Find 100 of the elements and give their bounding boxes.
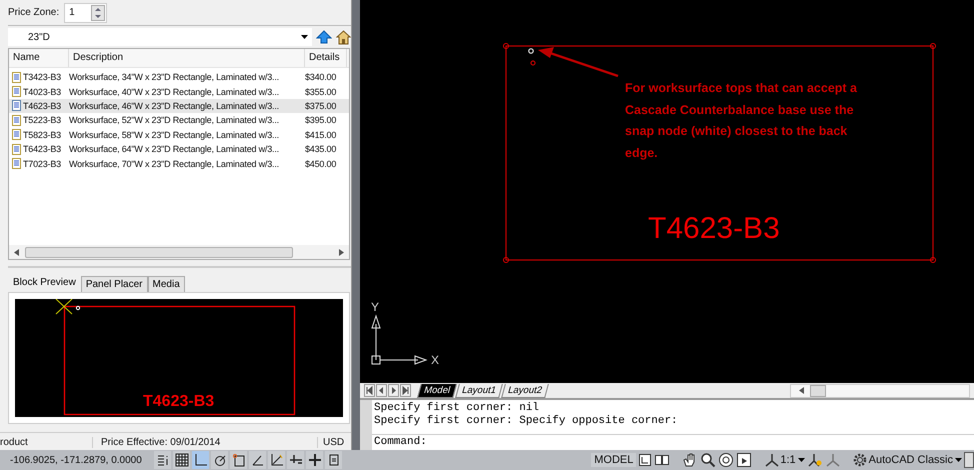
zoom-icon[interactable] — [700, 452, 716, 468]
table-cell-text: $340.00 — [305, 72, 338, 82]
axis-label: X — [431, 353, 440, 367]
dynamic-input-icon — [270, 453, 284, 467]
cross-toggle[interactable] — [306, 451, 323, 469]
table-cell-text: Worksurface, 40"W x 23"D Rectangle, Laminated w/3... — [69, 86, 280, 97]
grid-icon — [174, 453, 188, 467]
left-arrow-icon[interactable] — [14, 248, 19, 256]
horizontal-scrollbar[interactable] — [9, 245, 349, 259]
table-row[interactable]: T3423-B3 Worksurface, 34"W x 23"D Rectangle, Laminated w/3... $340.00 — [9, 70, 349, 84]
annotation-text: For worksurface tops that can accept a Cascade Counterbalance base use the snap node (white) closest to the back edge. — [625, 80, 858, 162]
spinner-arrows-icon[interactable] — [91, 4, 106, 20]
table-cell: T6423-B3 — [23, 144, 61, 154]
table-cell-text: $415.00 — [305, 130, 338, 140]
model-space-button[interactable]: MODEL — [591, 453, 636, 467]
table-cell: T5823-B3 — [23, 130, 61, 140]
coordinates-readout: -106.9025, -171.2879, 0.0000 — [10, 454, 143, 466]
column-header[interactable]: Name — [9, 49, 69, 67]
square-snap-icon — [232, 453, 246, 467]
table-cell-text: $435.00 — [305, 144, 338, 154]
annotation-visibility-icon[interactable] — [806, 452, 823, 468]
tray-button[interactable] — [964, 452, 974, 468]
layout-tab[interactable]: Layout1 — [455, 384, 503, 398]
layout-tab[interactable]: Layout2 — [500, 384, 548, 398]
table-row[interactable]: T5223-B3 Worksurface, 52"W x 23"D Rectangle, Laminated w/3... $395.00 — [9, 113, 349, 128]
table-cell-text: Worksurface, 52"W x 23"D Rectangle, Laminated w/3... — [69, 115, 280, 126]
column-header[interactable]: Details — [305, 49, 347, 67]
table-row[interactable]: T4623-B3 Worksurface, 46"W x 23"D Rectangle, Laminated w/3... $375.00 — [9, 98, 349, 114]
horizontal-scrollbar[interactable] — [790, 384, 970, 398]
layout-icon[interactable] — [638, 453, 652, 467]
table-cell-text: Worksurface, 64"W x 23"D Rectangle, Laminated w/3... — [69, 144, 280, 154]
caret-icon — [301, 35, 308, 39]
table-cell-text: Worksurface, 46"W x 23"D Rectangle, Laminated w/3... — [69, 100, 280, 111]
properties-toggle[interactable] — [325, 451, 342, 469]
panel-icon — [326, 453, 340, 467]
annotation-scale-icon[interactable] — [764, 452, 780, 468]
gear-icon[interactable] — [852, 453, 867, 467]
table-cell-text: $355.00 — [305, 86, 338, 97]
osnap-toggle[interactable] — [230, 451, 247, 469]
lineweight-icon — [288, 453, 302, 467]
table-row[interactable]: T7023-B3 Worksurface, 70"W x 23"D Rectangle, Laminated w/3... $450.00 — [9, 156, 349, 171]
currency-label: USD — [317, 436, 351, 448]
angle-toggle[interactable] — [249, 451, 266, 469]
next-arrow-icon[interactable] — [400, 384, 411, 397]
table-row[interactable]: T4023-B3 Worksurface, 40"W x 23"D Rectangle, Laminated w/3... $355.00 — [9, 84, 349, 99]
ucs-axis-drawing — [371, 314, 428, 365]
table-cell-text: $395.00 — [305, 115, 338, 126]
lineweight-toggle[interactable] — [287, 451, 304, 469]
right-arrow-icon[interactable] — [339, 248, 344, 256]
table-cell: T7023-B3 — [23, 158, 61, 169]
drawing-canvas[interactable]: For worksurface tops that can accept a Cascade Counterbalance base use the snap node (white) closest to the back edge. T4623-B3 Y X — [360, 0, 974, 383]
previous-arrow-icon[interactable] — [364, 384, 375, 397]
price-effective-label: Price Effective: 09/01/2014 — [92, 436, 317, 448]
table-row[interactable]: T6423-B3 Worksurface, 64"W x 23"D Rectangle, Laminated w/3... $435.00 — [9, 142, 349, 156]
table-cell: T4623-B3 — [23, 100, 61, 111]
table-cell-text: $375.00 — [305, 100, 338, 111]
infer-toggle[interactable] — [154, 451, 171, 469]
caret-icon — [798, 458, 805, 462]
scrollbar-thumb[interactable] — [810, 384, 826, 396]
scrollbar-thumb[interactable] — [25, 246, 293, 258]
block-label: T4623-B3 — [143, 393, 214, 411]
table-row[interactable]: T5823-B3 Worksurface, 58"W x 23"D Rectangle, Laminated w/3... $415.00 — [9, 128, 349, 142]
folder-dropdown[interactable]: 23"D — [8, 28, 312, 46]
left-arrow-icon[interactable] — [799, 387, 804, 394]
command-history-line: Specify first corner: Specify opposite corner: — [374, 415, 679, 428]
table-cell-text: Worksurface, 34"W x 23"D Rectangle, Laminated w/3... — [69, 72, 280, 82]
document-icon — [12, 144, 21, 155]
document-icon — [12, 158, 21, 170]
dynamic-toggle[interactable] — [268, 451, 285, 469]
tab[interactable]: Media — [148, 276, 185, 292]
grid-toggle[interactable] — [173, 451, 190, 469]
home-icon[interactable] — [336, 30, 351, 44]
table-cell-text: Worksurface, 58"W x 23"D Rectangle, Laminated w/3... — [69, 130, 280, 140]
column-header[interactable]: Description — [69, 49, 305, 67]
list-icon — [156, 453, 170, 467]
ortho-toggle[interactable] — [192, 451, 209, 469]
table-cell-text: Worksurface, 70"W x 23"D Rectangle, Laminated w/3... — [69, 158, 280, 169]
document-icon — [12, 129, 21, 140]
price-zone-label: Price Zone: — [8, 7, 60, 18]
steering-wheel-icon[interactable] — [718, 452, 734, 468]
document-icon — [12, 114, 21, 126]
snap-node-icon[interactable] — [528, 48, 534, 54]
right-angle-icon — [194, 453, 208, 467]
tab[interactable]: Panel Placer — [80, 276, 148, 292]
document-icon — [12, 86, 21, 98]
showmotion-icon[interactable] — [736, 452, 752, 468]
table-cell: T4023-B3 — [23, 86, 61, 97]
table-cell-text: $450.00 — [305, 158, 338, 169]
table-cell: T3423-B3 — [23, 72, 61, 82]
polar-toggle[interactable] — [211, 451, 228, 469]
price-zone-spinner[interactable]: 1 — [64, 2, 108, 22]
layout-tab[interactable]: Model — [417, 384, 457, 398]
viewports-icon[interactable] — [654, 453, 670, 467]
up-arrow-icon[interactable] — [316, 30, 332, 44]
block-label: T4623-B3 — [648, 212, 780, 246]
workspace-dropdown[interactable]: AutoCAD Classic — [868, 454, 953, 466]
polar-icon — [212, 453, 226, 467]
annotation-scale-dropdown[interactable]: 1:1 — [780, 454, 796, 466]
caret-icon — [955, 458, 962, 462]
document-icon — [12, 100, 21, 112]
